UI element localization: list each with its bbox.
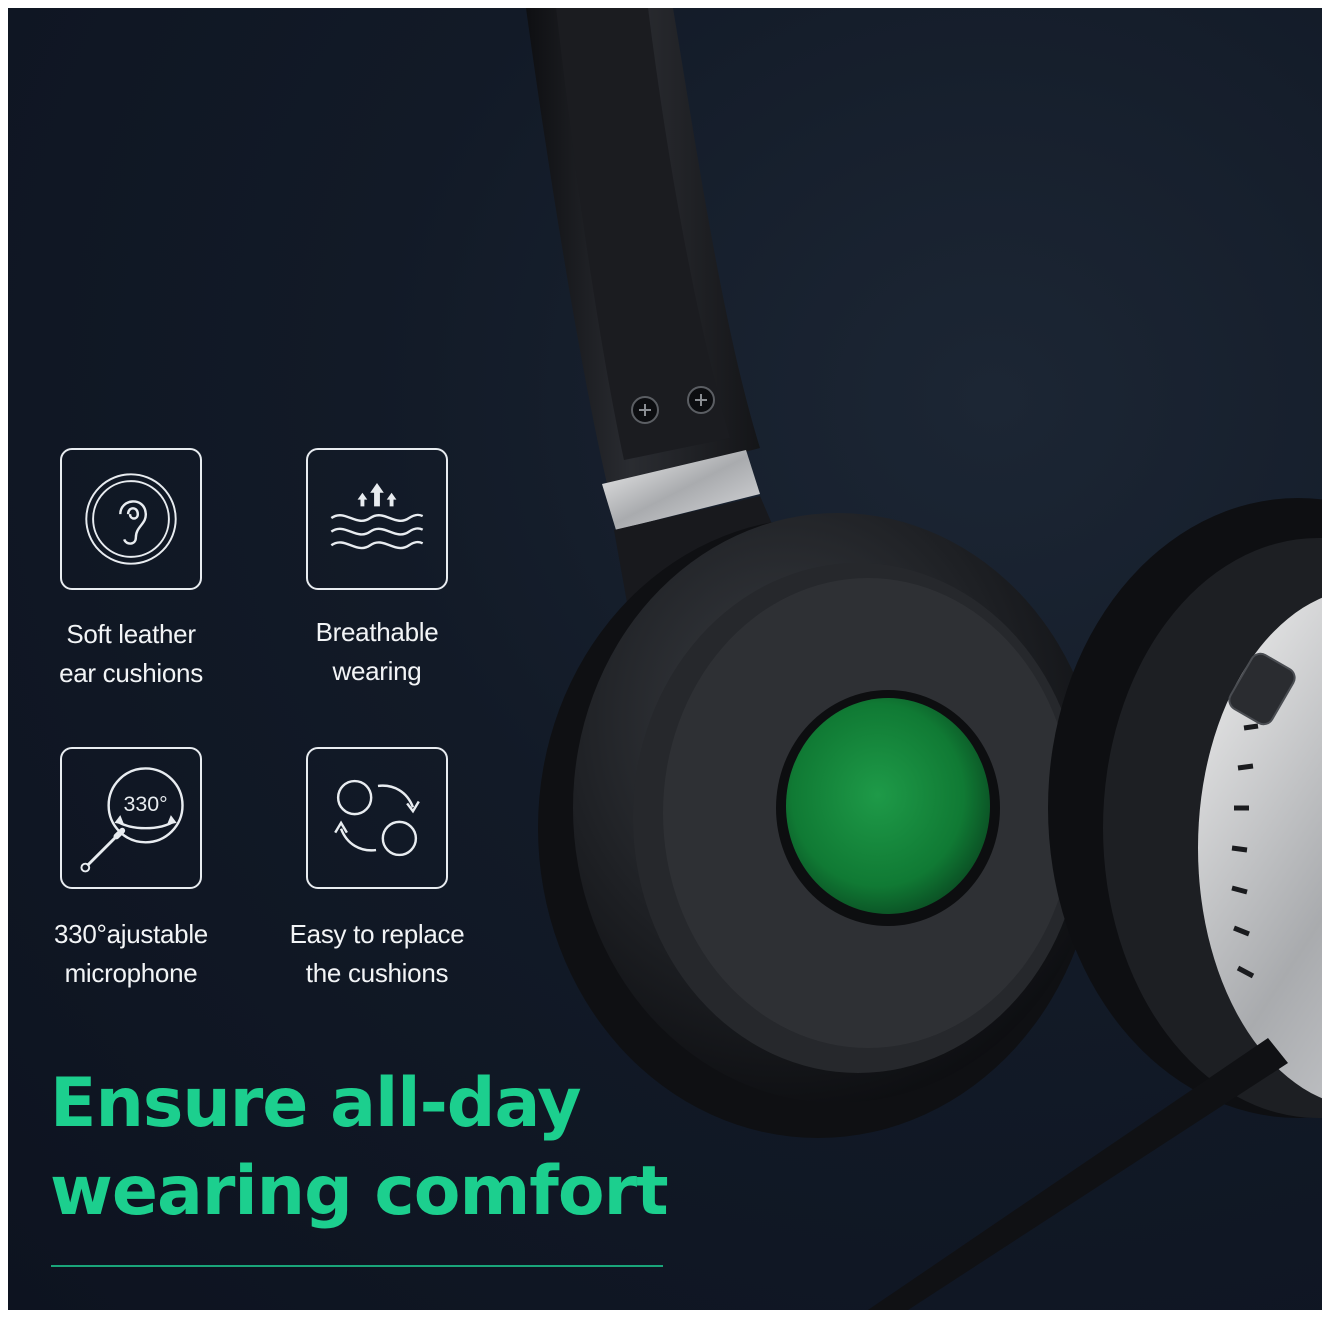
- caption-line: 330°ajustable: [54, 919, 208, 949]
- product-banner: Soft leather ear cushions Breathable wea…: [8, 8, 1322, 1310]
- swap-cushions-icon: [334, 779, 420, 857]
- caption-line: ear cushions: [59, 658, 203, 688]
- headline: Ensure all-day wearing comfort: [50, 1060, 669, 1236]
- ear-icon: [85, 473, 177, 565]
- headline-line-1: Ensure all-day: [50, 1064, 582, 1143]
- breathable-airflow-icon: [330, 483, 424, 550]
- feature-caption-ear-cushions: Soft leather ear cushions: [11, 615, 251, 693]
- feature-tile-breathable: [306, 448, 448, 590]
- feature-caption-microphone: 330°ajustable microphone: [11, 915, 251, 993]
- caption-line: wearing: [332, 656, 422, 686]
- feature-tile-replace-cushions: [306, 747, 448, 889]
- angle-badge: 330°: [123, 792, 167, 816]
- feature-tile-ear-cushions: [60, 448, 202, 590]
- caption-line: the cushions: [305, 958, 449, 988]
- divider: [51, 1265, 663, 1267]
- feature-tile-microphone: 330°: [60, 747, 202, 889]
- feature-caption-replace-cushions: Easy to replace the cushions: [257, 915, 497, 993]
- caption-line: microphone: [64, 958, 198, 988]
- caption-line: Easy to replace: [289, 919, 465, 949]
- caption-line: Breathable: [315, 617, 439, 647]
- headline-line-2: wearing comfort: [50, 1152, 669, 1231]
- rotating-microphone-icon: 330°: [80, 767, 184, 873]
- feature-caption-breathable: Breathable wearing: [257, 613, 497, 691]
- caption-line: Soft leather: [66, 619, 196, 649]
